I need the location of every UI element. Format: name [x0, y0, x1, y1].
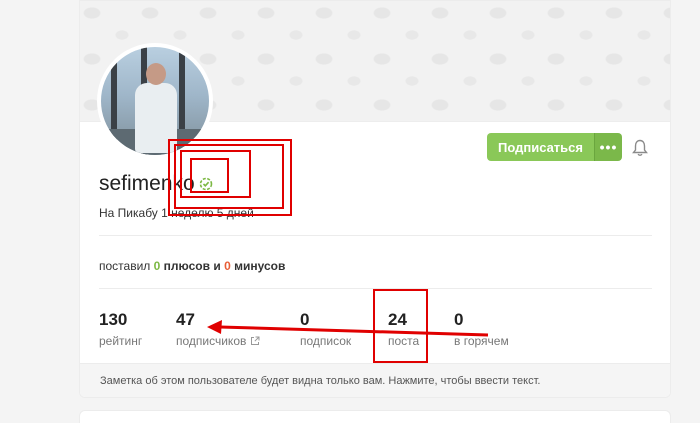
stat-label[interactable]: поста	[388, 334, 419, 348]
stat-value[interactable]: 0	[454, 310, 509, 330]
user-note[interactable]: Заметка об этом пользователе будет видна…	[80, 363, 670, 397]
plus-label: плюсов	[163, 259, 211, 273]
next-card	[79, 410, 671, 423]
verified-icon	[199, 177, 213, 191]
stat-value: 130	[99, 310, 128, 329]
plus-count: 0	[153, 259, 161, 273]
stat-label[interactable]: в горячем	[454, 334, 509, 348]
stat-subscribers[interactable]: 47 подписчиков	[176, 310, 260, 348]
stat-hot[interactable]: 0 в горячем	[454, 310, 509, 348]
stat-value[interactable]: 24	[388, 310, 419, 330]
divider	[99, 288, 652, 289]
external-link-icon[interactable]	[250, 336, 260, 346]
user-note-text[interactable]: Заметка об этом пользователе будет видна…	[100, 375, 540, 387]
more-options-button[interactable]: •••	[594, 133, 622, 161]
subscribe-button[interactable]: Подписаться	[487, 133, 594, 161]
stat-subscriptions[interactable]: 0 подписок	[300, 310, 351, 348]
stat-label[interactable]: подписчиков	[176, 334, 260, 348]
stat-label[interactable]: подписок	[300, 334, 351, 348]
stat-posts[interactable]: 24 поста	[388, 310, 419, 348]
profile-card: Подписаться ••• sefimenko На Пикабу 1 не…	[79, 0, 671, 398]
votes-prefix: поставил	[99, 259, 151, 273]
votes-summary: поставил 0 плюсов и 0 минусов	[99, 259, 285, 273]
username: sefimenko	[99, 172, 195, 195]
minus-count: 0	[224, 259, 231, 273]
minus-label: минусов	[234, 259, 286, 273]
member-since: На Пикабу 1 неделю 5 дней	[99, 206, 254, 220]
stat-rating: 130 рейтинг	[99, 310, 142, 348]
stat-label: рейтинг	[99, 334, 143, 348]
bell-icon[interactable]	[632, 139, 648, 157]
votes-conjunction: и	[213, 259, 221, 273]
stat-value[interactable]: 47	[176, 310, 260, 330]
divider	[99, 235, 652, 236]
stat-value[interactable]: 0	[300, 310, 351, 330]
avatar[interactable]	[97, 43, 213, 159]
